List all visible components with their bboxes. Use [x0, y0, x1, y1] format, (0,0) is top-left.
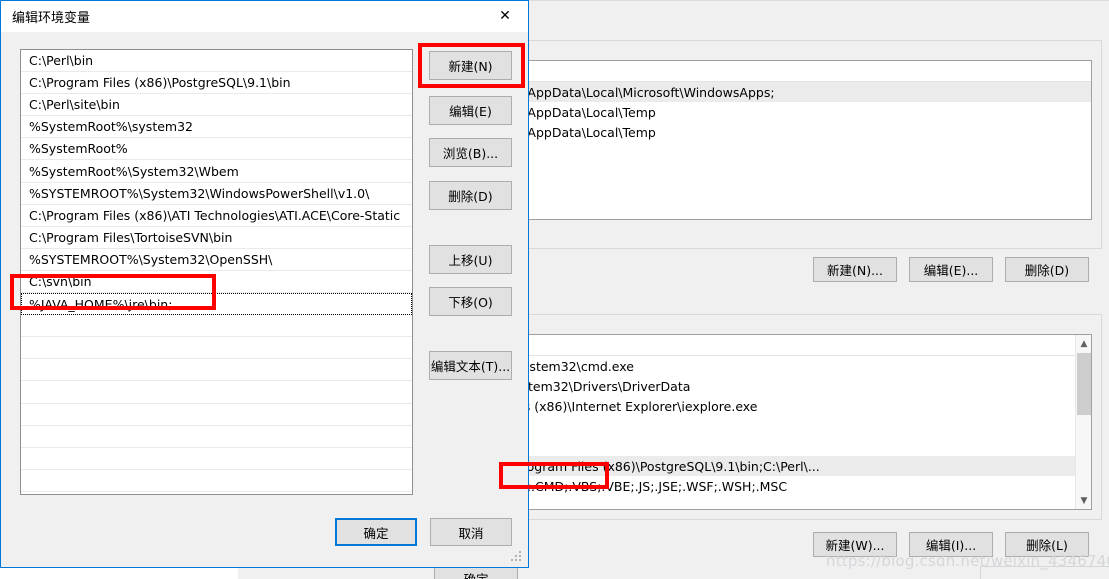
user-edit-button[interactable]: 编辑(E)... [909, 257, 993, 282]
system-variables-scrollbar[interactable]: ▲ ▼ [1075, 335, 1091, 509]
edit-environment-variable-dialog: 编辑环境变量 ✕ C:\Perl\bin C:\Program Files (x8… [0, 0, 529, 568]
scroll-up-arrow-icon[interactable]: ▲ [1076, 335, 1091, 352]
list-item[interactable]: C:\Program Files (x86)\ATI Technologies\… [21, 205, 412, 227]
path-entries-rows: C:\Perl\bin C:\Program Files (x86)\Postgr… [21, 50, 412, 492]
system-delete-button[interactable]: 删除(L) [1005, 532, 1089, 557]
list-item[interactable]: %SystemRoot% [21, 138, 412, 161]
dialog-button-7[interactable]: 编辑文本(T)... [429, 351, 512, 380]
list-item[interactable]: C:\Perl\bin [21, 50, 412, 73]
scrollbar-thumb[interactable] [1077, 353, 1091, 415]
scroll-down-arrow-icon[interactable]: ▼ [1076, 492, 1091, 509]
list-item[interactable]: %SYSTEMROOT%\System32\WindowsPowerShell\… [21, 183, 412, 205]
list-item[interactable]: %SystemRoot%\system32 [21, 116, 412, 139]
list-item[interactable] [21, 470, 412, 492]
dialog-titlebar: 编辑环境变量 ✕ [1, 1, 528, 32]
dialog-button-6[interactable]: 下移(O) [429, 287, 512, 316]
list-item[interactable]: %JAVA_HOME%\jre\bin; [21, 293, 412, 316]
dialog-button-3[interactable]: 浏览(B)... [429, 138, 512, 167]
list-item[interactable] [21, 426, 412, 448]
dialog-button-2[interactable]: 编辑(E) [429, 96, 512, 125]
list-item[interactable] [21, 448, 412, 470]
list-item[interactable] [21, 381, 412, 404]
list-item[interactable] [21, 359, 412, 382]
list-item[interactable] [21, 315, 412, 338]
dialog-ok-button[interactable]: 确定 [335, 518, 417, 546]
list-item[interactable] [21, 337, 412, 360]
screen-root: 的用户变量(U) 变量 值 PathC:\Users\liyuan\AppDat… [0, 0, 1109, 579]
list-item[interactable]: C:\Program Files\TortoiseSVN\bin [21, 227, 412, 249]
dialog-button-1[interactable]: 新建(N) [429, 51, 512, 80]
user-delete-button[interactable]: 删除(D) [1005, 257, 1089, 282]
list-item[interactable]: %SYSTEMROOT%\System32\OpenSSH\ [21, 249, 412, 271]
dialog-button-5[interactable]: 上移(U) [429, 245, 512, 274]
system-new-button[interactable]: 新建(W)... [813, 532, 897, 557]
list-item[interactable]: C:\Perl\site\bin [21, 94, 412, 117]
list-item[interactable]: C:\svn\bin [21, 271, 412, 294]
list-item[interactable] [21, 404, 412, 426]
list-item[interactable]: C:\Program Files (x86)\PostgreSQL\9.1\bi… [21, 72, 412, 95]
path-entries-list[interactable]: C:\Perl\bin C:\Program Files (x86)\Postgr… [20, 49, 413, 495]
dialog-cancel-button[interactable]: 取消 [430, 518, 512, 546]
background-window-footer-strip [980, 566, 1109, 579]
user-new-button[interactable]: 新建(N)... [813, 257, 897, 282]
resize-grip[interactable] [511, 551, 524, 564]
close-icon[interactable]: ✕ [482, 1, 528, 31]
list-item[interactable]: %SystemRoot%\System32\Wbem [21, 160, 412, 183]
dialog-title: 编辑环境变量 [12, 11, 91, 26]
dialog-button-4[interactable]: 删除(D) [429, 181, 512, 210]
system-edit-button[interactable]: 编辑(I)... [909, 532, 993, 557]
